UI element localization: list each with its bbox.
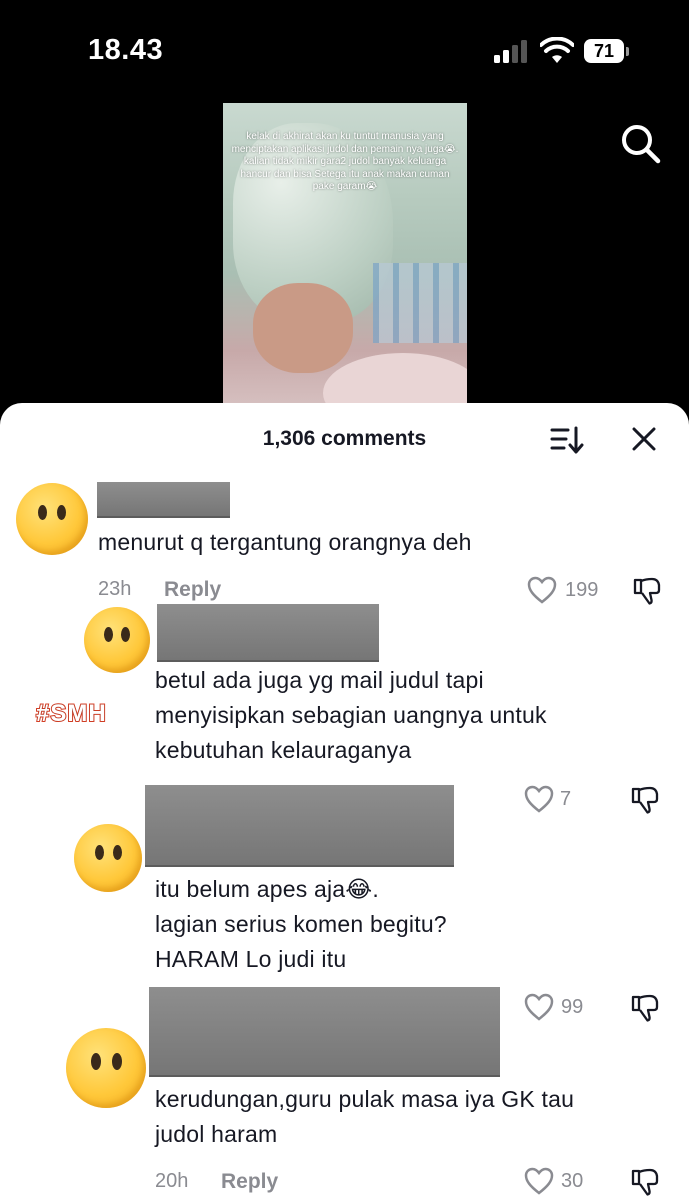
like-count: 99: [561, 996, 584, 1018]
avatar[interactable]: [66, 1028, 146, 1108]
smh-sticker: #SMH: [35, 699, 107, 728]
redacted-username: [145, 785, 454, 867]
dislike-icon[interactable]: [632, 576, 662, 606]
sort-icon[interactable]: [550, 425, 584, 455]
close-icon[interactable]: [631, 426, 657, 452]
avatar[interactable]: [74, 824, 142, 892]
comment-text: itu belum apes aja😂. lagian serius komen…: [155, 876, 447, 972]
avatar[interactable]: [16, 483, 88, 555]
redacted-username: [157, 604, 379, 662]
dislike-icon[interactable]: [630, 993, 660, 1023]
reply-button[interactable]: Reply: [221, 1170, 278, 1194]
redacted-username: [97, 482, 230, 518]
cellular-signal-icon: [494, 40, 527, 63]
like-count: 7: [560, 788, 572, 810]
comment-text: betul ada juga yg mail judul tapi menyis…: [155, 667, 547, 763]
like-count: 30: [561, 1170, 584, 1192]
heart-icon[interactable]: [524, 993, 554, 1021]
video-thumbnail[interactable]: kelak di akhirat akan ku tuntut manusia …: [223, 103, 467, 413]
battery-indicator: 71: [584, 39, 630, 65]
status-bar: 18.43 71: [0, 0, 689, 100]
status-time: 18.43: [88, 34, 164, 66]
comment-text: menurut q tergantung orangnya deh: [98, 529, 472, 555]
redacted-username: [149, 987, 500, 1077]
heart-icon[interactable]: [524, 1167, 554, 1195]
comments-count-title: 1,306 comments: [262, 427, 427, 450]
comment-time: 23h: [98, 578, 132, 600]
search-icon[interactable]: [620, 123, 662, 165]
reply-button[interactable]: Reply: [164, 578, 221, 602]
heart-icon[interactable]: [524, 785, 554, 813]
dislike-icon[interactable]: [630, 1167, 660, 1197]
heart-icon[interactable]: [527, 576, 557, 604]
like-count: 199: [565, 579, 599, 601]
dislike-icon[interactable]: [630, 785, 660, 815]
wifi-icon: [540, 37, 574, 63]
battery-level: 71: [584, 39, 624, 63]
comment-text: kerudungan,guru pulak masa iya GK tau ju…: [155, 1086, 575, 1147]
video-caption: kelak di akhirat akan ku tuntut manusia …: [231, 131, 459, 193]
avatar[interactable]: [84, 607, 150, 673]
comment-time: 20h: [155, 1170, 189, 1192]
